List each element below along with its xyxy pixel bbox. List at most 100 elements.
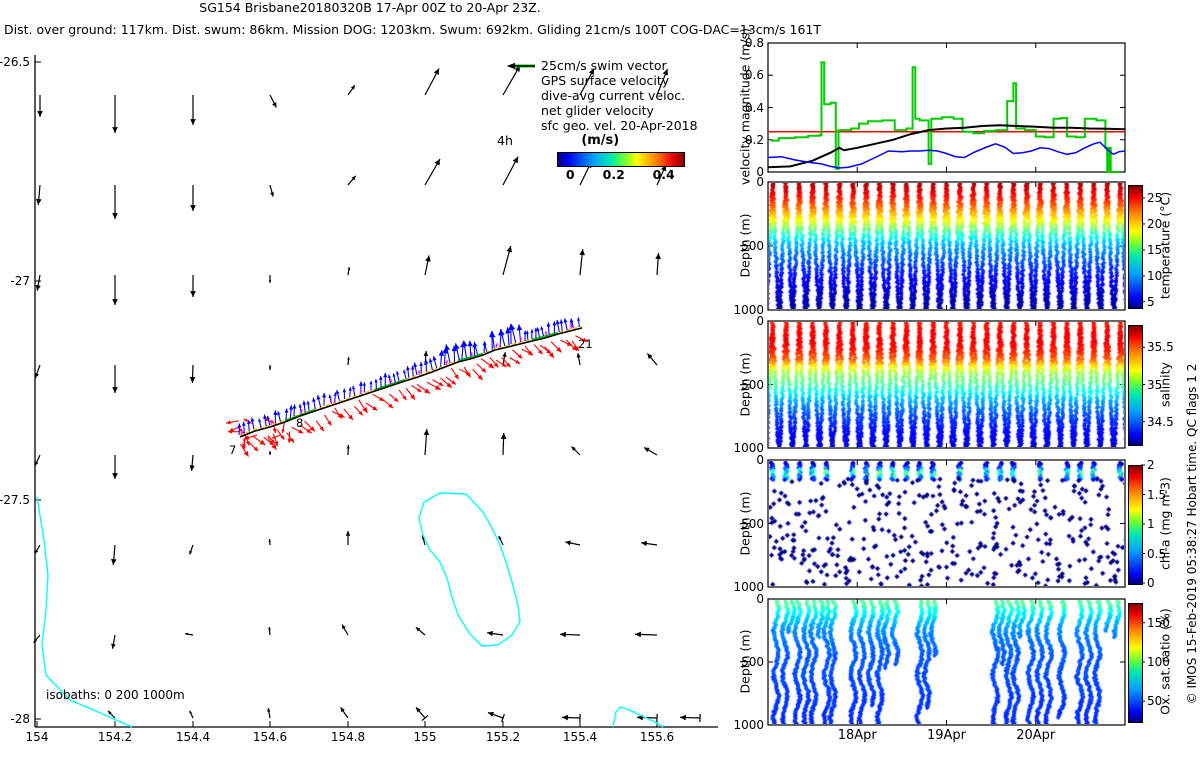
map-x-tick: 154.4	[153, 730, 233, 744]
vector-arrow	[359, 400, 368, 413]
vector-arrow	[190, 95, 196, 125]
glider-track	[226, 317, 588, 456]
vector-arrow	[277, 411, 280, 421]
vector-arrow	[312, 398, 316, 409]
chl-a-profile-chart	[769, 461, 1124, 586]
vector-arrow	[424, 429, 430, 455]
salinity-colorbar	[1128, 325, 1143, 446]
legend-colorbar-wrap: 00.20.4	[557, 152, 685, 183]
vector-arrow	[473, 369, 483, 379]
chl-panel-y-tick: 0	[704, 453, 764, 467]
vector-arrow	[572, 447, 580, 455]
vector-arrow	[245, 434, 250, 445]
vector-arrow	[393, 373, 396, 382]
vector-arrow	[112, 275, 118, 305]
vector-arrow	[433, 356, 437, 368]
map-y-tick: -26.5	[0, 55, 30, 69]
legend-label: net glider velocity	[541, 103, 654, 118]
legend-label: dive-avg current veloc.	[541, 88, 685, 103]
vector-arrow	[487, 631, 503, 636]
vector-arrow	[273, 410, 277, 423]
vector-arrow	[190, 185, 196, 211]
vector-arrow	[112, 185, 118, 219]
temperature-panel-y-tick: 500	[704, 239, 764, 253]
temperature-cbar-tick: 15	[1147, 243, 1162, 257]
legend-label: sfc geo. vel. 20-Apr-2018	[541, 118, 698, 133]
vector-arrow	[641, 541, 657, 546]
vector-arrow	[190, 365, 196, 383]
vector-arrow	[644, 448, 657, 456]
track-dive-number: 7	[229, 443, 236, 457]
vector-arrow	[348, 267, 351, 275]
vector-arrow	[111, 635, 116, 649]
track-dive-number: 8	[296, 416, 303, 430]
vector-arrow	[440, 378, 451, 388]
chl-cbar-tick: 0	[1147, 576, 1155, 590]
vector-arrow	[383, 373, 387, 386]
vector-arrow	[302, 401, 306, 413]
vector-arrow	[411, 366, 414, 376]
temperature-cbar-tick: 25	[1147, 191, 1162, 205]
series-dive-avg-current	[768, 142, 1125, 168]
map-x-tick: 155.2	[463, 730, 543, 744]
vector-arrow	[344, 409, 353, 420]
vector-arrow	[537, 327, 540, 337]
legend-row: net glider velocity	[505, 103, 698, 118]
vector-arrow	[258, 419, 261, 428]
vector-arrow	[267, 708, 270, 718]
velocity-series	[768, 62, 1125, 172]
vector-arrow	[429, 358, 433, 370]
vector-arrow	[556, 320, 560, 332]
vector-arrow	[547, 322, 551, 334]
vector-arrow	[269, 451, 272, 455]
vector-arrow	[369, 381, 372, 391]
vector-arrow	[252, 436, 265, 445]
vector-arrow	[530, 329, 533, 339]
vector-arrow	[559, 319, 563, 331]
map-x-tick: 155.4	[540, 730, 620, 744]
vector-arrow	[564, 318, 568, 330]
legend-colorbar-tick: 0.4	[649, 167, 679, 182]
salinity-cbar-tick: 35.5	[1147, 340, 1174, 354]
vector-arrow	[268, 539, 271, 545]
salinity-panel-y-tick: 500	[704, 378, 764, 392]
vector-arrow	[190, 711, 193, 718]
map-x-tick: 154.6	[230, 730, 310, 744]
vector-arrow	[495, 343, 498, 348]
vector-arrow	[526, 331, 529, 340]
vector-arrow	[346, 531, 351, 545]
temperature-panel-y-tick: 0	[704, 175, 764, 189]
date-x-tick: 20Apr	[996, 728, 1076, 743]
map-legend: 25cm/s swim vectorGPS surface velocitydi…	[505, 58, 698, 183]
vector-arrow	[635, 632, 657, 638]
oxygen-panel-y-tick: 1000	[704, 718, 764, 732]
legend-row: sfc geo. vel. 20-Apr-2018	[505, 118, 698, 133]
oxygen-panel-y-tick: 0	[704, 592, 764, 606]
vector-arrow	[488, 712, 504, 722]
vector-arrow	[399, 390, 406, 400]
legend-arrow-swatch	[505, 73, 537, 88]
vector-arrow	[560, 632, 580, 638]
imos-copyright: © IMOS 15-Feb-2019 05:38:27 Hobart time.…	[1185, 334, 1199, 734]
legend-colorbar	[557, 152, 685, 167]
map-y-tick: -27	[0, 274, 30, 288]
vector-arrow	[477, 364, 486, 373]
legend-units-label: (m/s)	[533, 133, 668, 148]
oxygen-panel-y-tick: 500	[704, 655, 764, 669]
vector-arrow	[273, 434, 278, 447]
chl-cbar-tick: 1	[1147, 517, 1155, 531]
chl-cbar-tick: 2	[1147, 458, 1155, 472]
legend-colorbar-tick: 0.2	[599, 167, 629, 182]
legend-arrow-icon	[505, 58, 537, 73]
vector-arrow	[325, 415, 332, 426]
chl-cbar-tick: 1.5	[1147, 488, 1166, 502]
date-x-tick: 19Apr	[907, 728, 987, 743]
date-x-tick: 18Apr	[817, 728, 897, 743]
velocity-panel-y-tick: 0.2	[704, 133, 764, 147]
vector-arrow	[433, 380, 444, 386]
salinity-cbar-tick: 34.5	[1147, 415, 1174, 429]
vector-arrow	[292, 404, 296, 416]
map-x-tick: 154.2	[75, 730, 155, 744]
vector-arrow	[347, 445, 350, 455]
vector-arrow	[451, 368, 458, 379]
